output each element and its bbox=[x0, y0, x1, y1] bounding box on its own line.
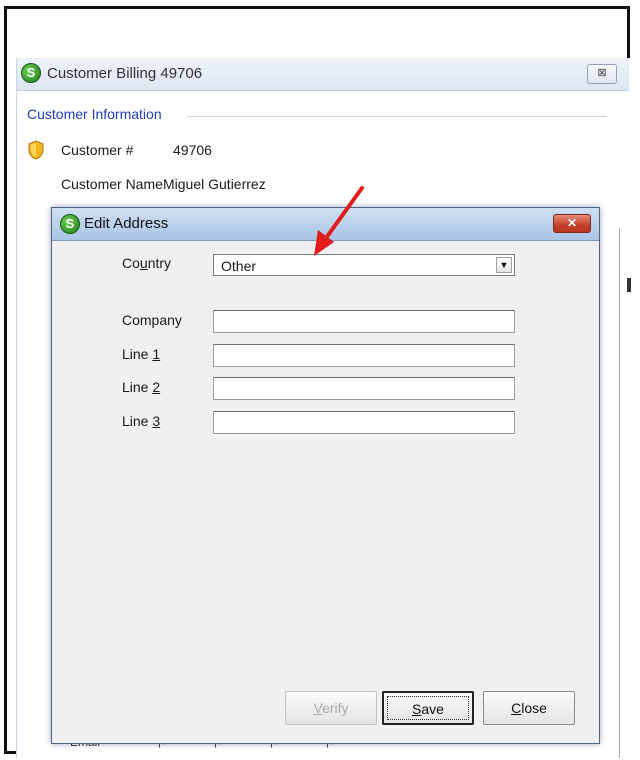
company-input[interactable] bbox=[213, 310, 515, 333]
verify-button[interactable]: Verify bbox=[285, 691, 377, 725]
line-3-input[interactable] bbox=[213, 411, 515, 434]
customer-name-value: Miguel Gutierrez bbox=[163, 176, 266, 192]
annotation-arrow-icon bbox=[314, 186, 364, 256]
customer-number-value: 49706 bbox=[173, 142, 212, 158]
chevron-down-icon[interactable]: ▼ bbox=[496, 257, 512, 273]
background-panel-edge bbox=[619, 228, 620, 758]
app-logo-icon: S bbox=[60, 214, 80, 234]
customer-billing-titlebar: S Customer Billing 49706 ⊠ bbox=[17, 58, 629, 91]
edit-address-dialog: S Edit Address ✕ Country Other ▼ Company… bbox=[51, 207, 600, 744]
close-button[interactable]: Close bbox=[483, 691, 575, 725]
background-clipped-text bbox=[627, 278, 631, 292]
line-2-input[interactable] bbox=[213, 377, 515, 400]
line-1-input[interactable] bbox=[213, 344, 515, 367]
line-1-label: Line 1 bbox=[122, 346, 161, 362]
section-divider bbox=[187, 116, 607, 117]
line-3-label: Line 3 bbox=[122, 413, 161, 429]
customer-number-label: Customer # bbox=[61, 142, 134, 158]
dialog-close-button[interactable]: ✕ bbox=[553, 214, 591, 233]
window-title: Customer Billing 49706 bbox=[47, 65, 203, 82]
country-label: Country bbox=[122, 255, 172, 271]
company-label: Company bbox=[122, 312, 182, 328]
section-header-customer-information: Customer Information bbox=[27, 106, 162, 122]
line-2-label: Line 2 bbox=[122, 379, 161, 395]
dialog-title: Edit Address bbox=[84, 215, 169, 232]
window-close-button[interactable]: ⊠ bbox=[587, 64, 617, 84]
save-button[interactable]: Save bbox=[382, 691, 474, 725]
app-logo-icon: S bbox=[21, 63, 41, 83]
customer-name-label: Customer Name bbox=[61, 176, 163, 192]
country-select-value: Other bbox=[221, 258, 257, 274]
shield-icon bbox=[28, 140, 44, 160]
